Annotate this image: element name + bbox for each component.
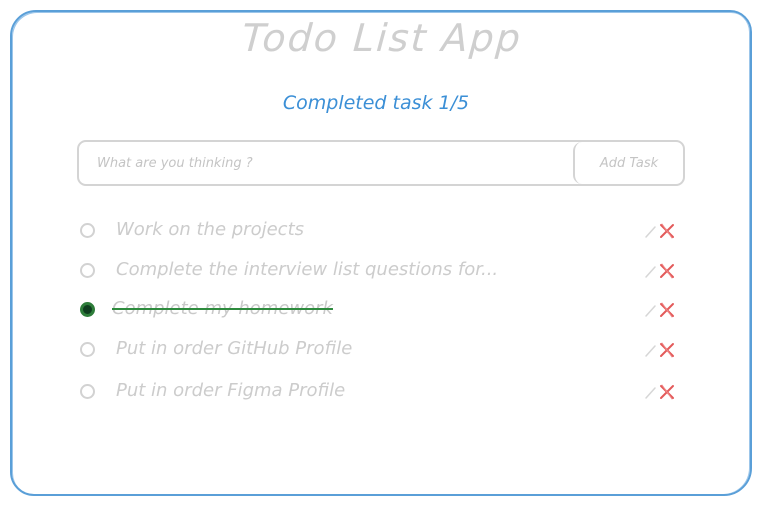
x-icon[interactable] <box>658 262 676 280</box>
task-item: Complete the interview list questions fo… <box>78 257 688 287</box>
pencil-icon[interactable] <box>644 223 656 239</box>
task-checkbox[interactable] <box>80 302 95 317</box>
pencil-icon[interactable] <box>644 263 656 279</box>
task-label: Put in order GitHub Profile <box>116 338 353 359</box>
pencil-icon[interactable] <box>644 384 656 400</box>
progress-counter: Completed task 1/5 <box>282 92 470 114</box>
x-icon[interactable] <box>658 341 676 359</box>
task-item: Put in order Figma Profile <box>78 378 688 408</box>
task-checkbox[interactable] <box>80 384 95 399</box>
task-label: Complete the interview list questions fo… <box>116 259 499 280</box>
x-icon[interactable] <box>658 301 676 319</box>
task-item: Complete my homework <box>78 296 688 326</box>
app-card <box>10 10 752 496</box>
add-task-button[interactable]: Add Task <box>573 142 683 184</box>
task-checkbox[interactable] <box>80 342 95 357</box>
task-label: Complete my homework <box>112 298 333 319</box>
x-icon[interactable] <box>658 383 676 401</box>
pencil-icon[interactable] <box>644 302 656 318</box>
pencil-icon[interactable] <box>644 342 656 358</box>
task-checkbox[interactable] <box>80 223 95 238</box>
task-input[interactable] <box>79 142 573 184</box>
x-icon[interactable] <box>658 222 676 240</box>
add-task-form: Add Task <box>77 140 685 186</box>
task-item: Put in order GitHub Profile <box>78 336 688 366</box>
task-label: Work on the projects <box>116 219 305 240</box>
app-title: Todo List App <box>240 16 524 60</box>
task-item: Work on the projects <box>78 217 688 247</box>
task-label: Put in order Figma Profile <box>116 380 346 401</box>
task-checkbox[interactable] <box>80 263 95 278</box>
